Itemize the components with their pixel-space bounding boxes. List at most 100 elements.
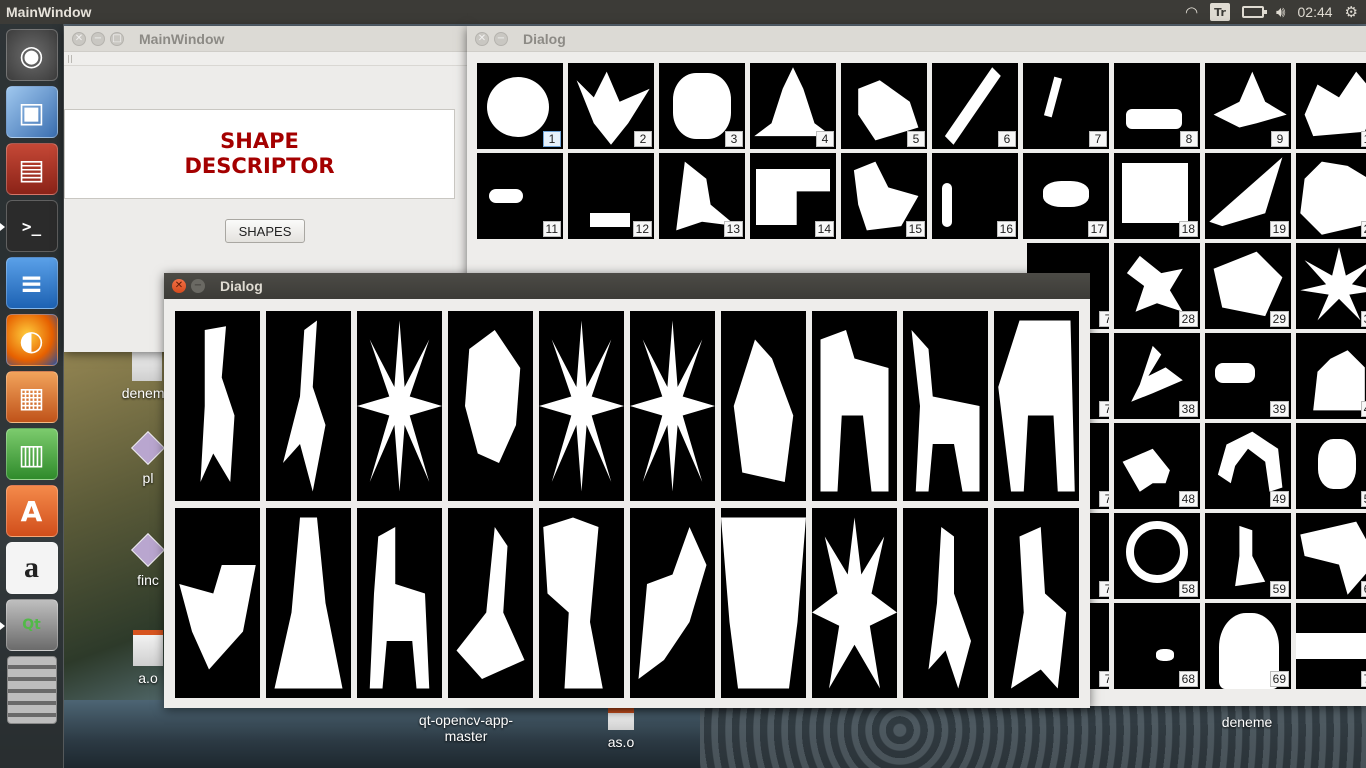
shape-cell[interactable]: 30 — [1296, 243, 1366, 329]
shape-silhouette — [1043, 181, 1089, 207]
terminal-icon[interactable]: >_ — [0, 200, 58, 252]
wifi-icon[interactable]: ◠ — [1185, 0, 1198, 24]
files-icon[interactable]: ▤ — [5, 143, 58, 195]
result-thumbnail[interactable] — [994, 311, 1079, 501]
session-gear-icon[interactable]: ⚙ — [1345, 0, 1358, 24]
shape-cell[interactable]: 13 — [659, 153, 745, 239]
desktop-icon-a-o[interactable]: a.o — [128, 630, 168, 686]
shape-cell[interactable]: 28 — [1114, 243, 1200, 329]
cube-app-icon[interactable]: ▣ — [5, 86, 58, 138]
workspace-switcher-icon[interactable] — [6, 656, 57, 724]
result-thumbnail[interactable] — [539, 311, 624, 501]
result-thumbnail[interactable] — [812, 311, 897, 501]
close-icon[interactable]: ✕ — [72, 31, 86, 46]
shape-cell[interactable]: 17 — [1023, 153, 1109, 239]
result-thumbnail[interactable] — [903, 508, 988, 698]
result-thumbnail[interactable] — [630, 508, 715, 698]
shape-cell[interactable]: 69 — [1205, 603, 1291, 689]
result-thumbnail[interactable] — [357, 508, 442, 698]
shape-cell[interactable]: 60 — [1296, 513, 1366, 599]
libreoffice-calc-icon[interactable]: ▥ — [5, 428, 58, 480]
shape-cell[interactable]: 8 — [1114, 63, 1200, 149]
libreoffice-impress-icon[interactable]: ▦ — [5, 371, 58, 423]
volume-icon[interactable]: 🔊︎ — [1276, 0, 1285, 24]
shape-cell[interactable]: 1 — [477, 63, 563, 149]
close-icon[interactable]: ✕ — [172, 279, 186, 293]
desktop-icon-qt-opencv-app-master[interactable]: qt-opencv-app-master — [406, 712, 526, 744]
shapes-button[interactable]: SHAPES — [225, 219, 305, 243]
minimize-icon[interactable]: − — [91, 31, 105, 46]
shape-cell[interactable]: 38 — [1114, 333, 1200, 419]
shape-silhouette — [1318, 439, 1356, 489]
shape-cell[interactable]: 39 — [1205, 333, 1291, 419]
close-icon[interactable]: ✕ — [475, 31, 489, 46]
dialog-titlebar[interactable]: ✕ − Dialog — [467, 26, 1366, 52]
shape-cell[interactable]: 58 — [1114, 513, 1200, 599]
shape-cell[interactable]: 14 — [750, 153, 836, 239]
qt-creator-icon[interactable]: Qt — [0, 599, 58, 651]
shape-cell[interactable]: 29 — [1205, 243, 1291, 329]
main-window-titlebar[interactable]: ✕ − □ MainWindow — [64, 26, 468, 52]
shape-cell[interactable]: 18 — [1114, 153, 1200, 239]
shape-cell[interactable]: 19 — [1205, 153, 1291, 239]
shape-cell[interactable]: 40 — [1296, 333, 1366, 419]
ubuntu-dash-icon[interactable]: ◉ — [5, 29, 58, 81]
shape-cell[interactable]: 9 — [1205, 63, 1291, 149]
shape-cell[interactable]: 2 — [568, 63, 654, 149]
dialog-titlebar[interactable]: ✕ − Dialog — [164, 273, 1090, 299]
desktop-icon-deneme-2[interactable]: deneme — [1212, 714, 1282, 730]
minimize-icon[interactable]: − — [191, 279, 205, 293]
result-thumbnail[interactable] — [721, 508, 806, 698]
toolbar-grip-icon[interactable] — [68, 55, 74, 63]
shape-number-label: 18 — [1178, 221, 1198, 237]
shape-cell[interactable]: 6 — [932, 63, 1018, 149]
shape-cell[interactable]: 70 — [1296, 603, 1366, 689]
shape-cell[interactable]: 48 — [1114, 423, 1200, 509]
result-thumbnail[interactable] — [448, 311, 533, 501]
shape-cell[interactable]: 59 — [1205, 513, 1291, 599]
keyboard-layout-indicator[interactable]: Tr — [1210, 3, 1231, 21]
result-thumbnail[interactable] — [357, 311, 442, 501]
result-thumbnail[interactable] — [630, 311, 715, 501]
menu-bar — [64, 52, 468, 66]
shape-number-label: 13 — [723, 221, 743, 237]
shape-cell[interactable]: 50 — [1296, 423, 1366, 509]
shape-cell[interactable]: 3 — [659, 63, 745, 149]
result-thumbnail[interactable] — [266, 311, 351, 501]
shape-cell[interactable]: 11 — [477, 153, 563, 239]
amazon-icon[interactable]: a — [5, 542, 58, 594]
desktop-icon-as-o[interactable]: as.o — [598, 708, 644, 750]
shape-cell[interactable]: 10 — [1296, 63, 1366, 149]
title-line-1: SHAPE — [220, 129, 299, 153]
shape-cell[interactable]: 20 — [1296, 153, 1366, 239]
clock[interactable]: 02:44 — [1298, 4, 1333, 20]
shape-cell[interactable]: 16 — [932, 153, 1018, 239]
result-thumbnail[interactable] — [994, 508, 1079, 698]
libreoffice-writer-icon[interactable]: ≡ — [5, 257, 58, 309]
desktop-icon-finc[interactable]: finc — [128, 530, 168, 588]
firefox-icon[interactable]: ◐ — [5, 314, 58, 366]
shape-cell[interactable]: 4 — [750, 63, 836, 149]
battery-icon[interactable] — [1242, 6, 1268, 18]
desktop-icon-pl[interactable]: pl — [128, 428, 168, 486]
shape-cell[interactable]: 12 — [568, 153, 654, 239]
shape-silhouette — [543, 517, 603, 689]
result-thumbnail[interactable] — [175, 508, 260, 698]
shape-silhouette — [673, 73, 731, 139]
result-thumbnail[interactable] — [539, 508, 624, 698]
result-thumbnail[interactable] — [448, 508, 533, 698]
result-thumbnail[interactable] — [812, 508, 897, 698]
script-icon — [131, 431, 165, 465]
shape-cell[interactable]: 5 — [841, 63, 927, 149]
result-thumbnail[interactable] — [903, 311, 988, 501]
shape-cell[interactable]: 7 — [1023, 63, 1109, 149]
maximize-icon[interactable]: □ — [110, 31, 124, 46]
minimize-icon[interactable]: − — [494, 31, 508, 46]
result-thumbnail[interactable] — [175, 311, 260, 501]
software-center-icon[interactable]: A — [5, 485, 58, 537]
result-thumbnail[interactable] — [721, 311, 806, 501]
shape-cell[interactable]: 49 — [1205, 423, 1291, 509]
shape-cell[interactable]: 68 — [1114, 603, 1200, 689]
result-thumbnail[interactable] — [266, 508, 351, 698]
shape-cell[interactable]: 15 — [841, 153, 927, 239]
